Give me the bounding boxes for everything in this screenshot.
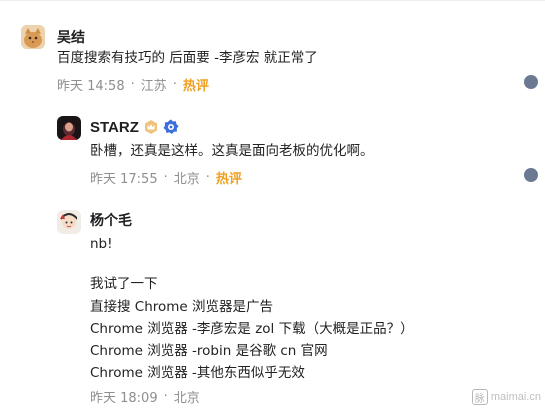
meta-separator: · xyxy=(172,77,177,92)
character-avatar-icon[interactable] xyxy=(57,210,81,234)
comment-meta: 昨天 18:09 · 北京 xyxy=(90,387,200,406)
meta-separator: · xyxy=(163,389,168,404)
reply-icon[interactable] xyxy=(524,75,538,89)
comment-location: 北京 xyxy=(173,391,200,406)
comment-text-line: 我试了一下 xyxy=(90,276,158,292)
verified-gear-icon xyxy=(163,119,179,139)
hot-comment-badge: 热评 xyxy=(182,79,209,94)
meta-separator: · xyxy=(205,170,210,185)
comment-text-line: Chrome 浏览器 -李彦宏是 zol 下载（大概是正品？） xyxy=(90,321,414,337)
comment-username[interactable]: 吴结 xyxy=(57,27,85,47)
comment-time: 昨天 18:09 xyxy=(90,391,158,406)
comment-text: 百度搜索有技巧的 后面要 -李彦宏 就正常了 xyxy=(57,50,318,66)
meta-separator: · xyxy=(130,77,135,92)
comment-username[interactable]: 杨个毛 xyxy=(90,210,132,230)
hot-comment-badge: 热评 xyxy=(215,172,242,187)
meta-separator: · xyxy=(163,170,168,185)
cat-avatar-icon[interactable] xyxy=(21,25,45,49)
reply-icon[interactable] xyxy=(524,168,538,182)
comment-text-line: Chrome 浏览器 -其他东西似乎无效 xyxy=(90,365,305,381)
comment-meta: 昨天 14:58 · 江苏 · 热评 xyxy=(57,75,209,94)
comment-text: 卧槽，还真是这样。这真是面向老板的优化啊。 xyxy=(90,143,374,159)
comment-meta: 昨天 17:55 · 北京 · 热评 xyxy=(90,168,242,187)
comment-time: 昨天 14:58 xyxy=(57,79,125,94)
comment-location: 江苏 xyxy=(140,79,167,94)
comment-text-line: 直接搜 Chrome 浏览器是广告 xyxy=(90,299,274,315)
maimai-watermark: 脉 maimai.cn xyxy=(471,389,541,405)
dark-avatar-icon[interactable] xyxy=(57,116,81,140)
comment-time: 昨天 17:55 xyxy=(90,172,158,187)
maimai-logo-icon: 脉 xyxy=(471,389,488,405)
watermark-text: maimai.cn xyxy=(490,391,541,403)
comment-username[interactable]: STARZ xyxy=(90,119,139,136)
crown-badge-icon xyxy=(143,119,159,139)
comment-location: 北京 xyxy=(173,172,200,187)
comment-text-line: Chrome 浏览器 -robin 是谷歌 cn 官网 xyxy=(90,343,328,359)
comment-text-line: nb! xyxy=(90,236,113,252)
top-divider xyxy=(0,0,545,1)
